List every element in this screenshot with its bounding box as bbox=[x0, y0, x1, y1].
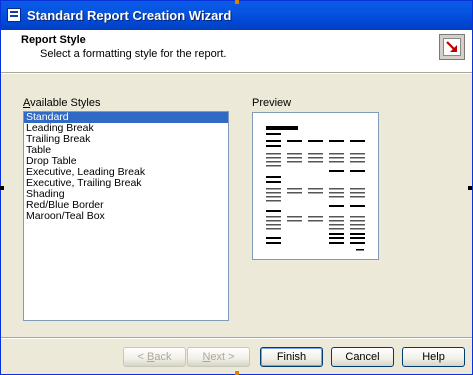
back-button[interactable]: < Back bbox=[123, 347, 186, 367]
preview-label: Preview bbox=[252, 97, 292, 109]
window-title: Standard Report Creation Wizard bbox=[27, 8, 232, 23]
style-option[interactable]: Trailing Break bbox=[24, 134, 228, 145]
wizard-header: Report Style Select a formatting style f… bbox=[1, 30, 472, 72]
finish-button[interactable]: Finish bbox=[260, 347, 323, 367]
step-title: Report Style bbox=[21, 34, 86, 46]
available-styles-label: Available Styles bbox=[23, 97, 100, 109]
next-button-rest: ext > bbox=[210, 351, 235, 363]
report-wizard-icon bbox=[439, 34, 465, 60]
resize-handle-bottom[interactable] bbox=[235, 371, 239, 375]
app-icon bbox=[7, 8, 21, 22]
next-button[interactable]: Next > bbox=[187, 347, 250, 367]
step-subtitle: Select a formatting style for the report… bbox=[40, 48, 227, 60]
resize-handle-left[interactable] bbox=[0, 186, 4, 190]
resize-handle-right[interactable] bbox=[468, 186, 472, 190]
preview-thumbnail bbox=[266, 126, 365, 251]
resize-handle-top[interactable] bbox=[235, 0, 239, 4]
cancel-button[interactable]: Cancel bbox=[331, 347, 394, 367]
header-divider bbox=[1, 72, 472, 74]
footer-divider bbox=[1, 337, 472, 339]
styles-listbox[interactable]: Standard Leading Break Trailing Break Table… bbox=[23, 111, 229, 321]
style-option[interactable]: Maroon/Teal Box bbox=[24, 211, 228, 222]
title-bar[interactable]: Standard Report Creation Wizard bbox=[1, 1, 472, 30]
styles-label-rest: vailable Styles bbox=[30, 97, 101, 109]
style-preview bbox=[252, 112, 379, 260]
help-button[interactable]: Help bbox=[402, 347, 465, 367]
back-button-prefix: < bbox=[137, 351, 147, 363]
wizard-window: Standard Report Creation Wizard Report S… bbox=[0, 0, 473, 375]
back-button-rest: ack bbox=[154, 351, 172, 363]
